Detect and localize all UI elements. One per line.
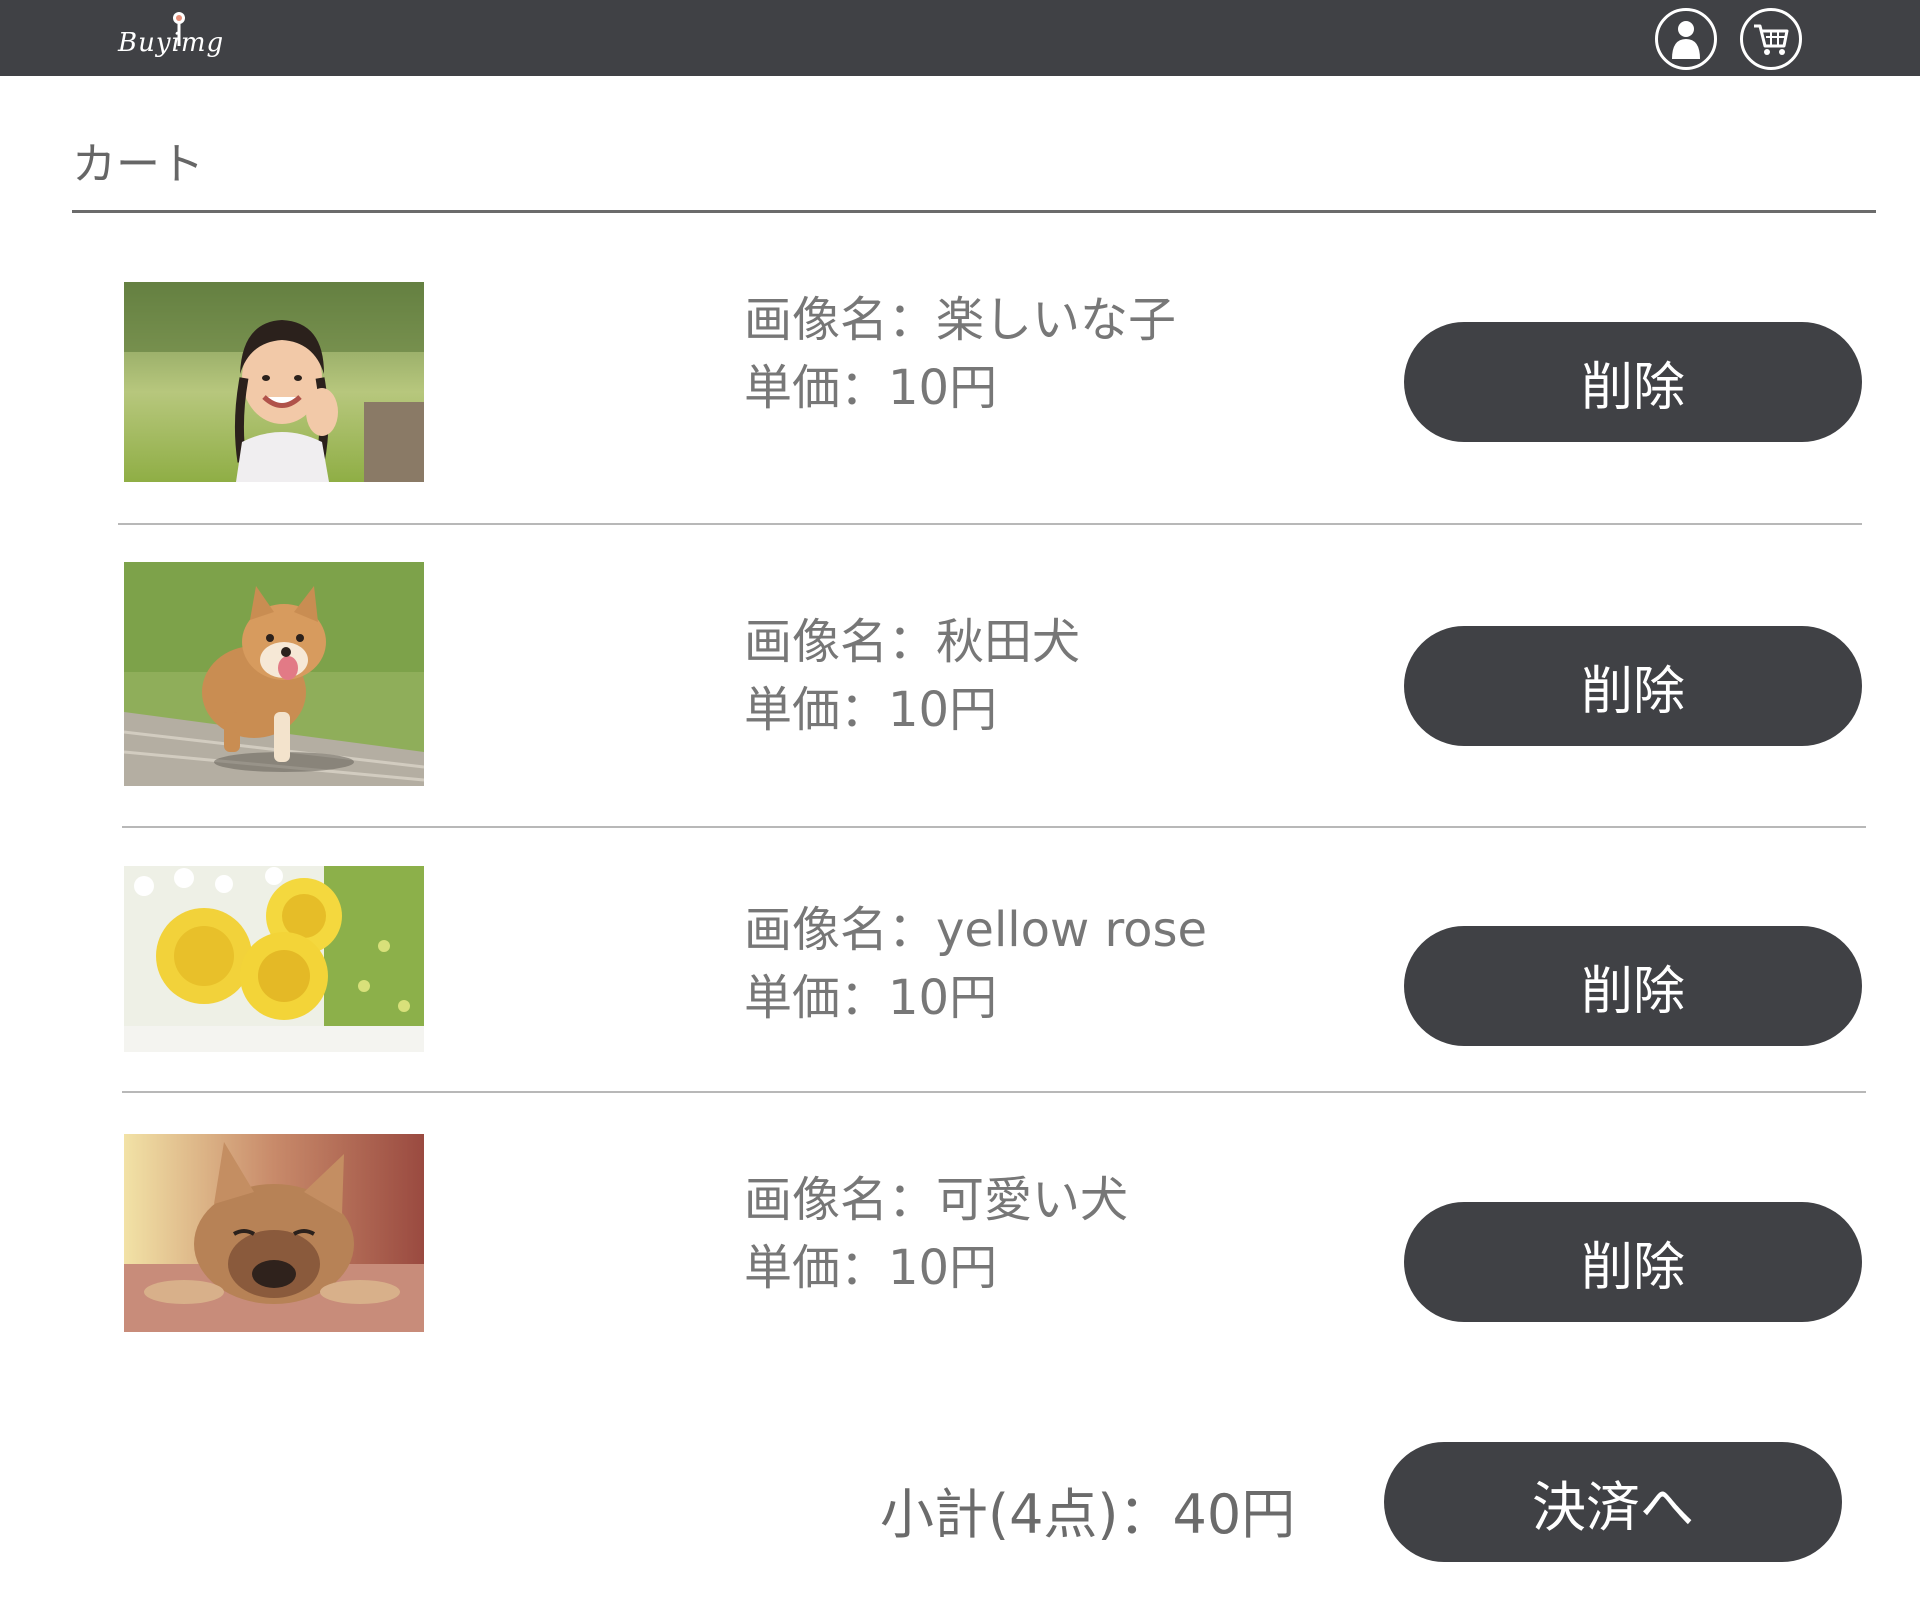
subtotal: 小計(4点)：40円 — [880, 1483, 1296, 1546]
item-price: 単価：10円 — [744, 360, 998, 416]
delete-button[interactable]: 削除 — [1404, 626, 1862, 746]
item-name: 画像名：秋田犬 — [744, 614, 1081, 670]
item-info: 画像名：楽しいな子 単価：10円 — [744, 286, 1176, 422]
item-name: 画像名：可愛い犬 — [744, 1172, 1129, 1228]
buyimg-logo[interactable]: Buyimg — [116, 6, 223, 68]
delete-button[interactable]: 削除 — [1404, 322, 1862, 442]
puppy-photo[interactable] — [124, 562, 424, 786]
title-divider — [72, 210, 1876, 213]
delete-button[interactable]: 削除 — [1404, 926, 1862, 1046]
girl-photo[interactable] — [124, 282, 424, 482]
checkout-button[interactable]: 決済へ — [1384, 1442, 1842, 1562]
item-info: 画像名：秋田犬 単価：10円 — [744, 608, 1080, 744]
item-divider — [122, 1091, 1866, 1093]
item-info: 画像名：可愛い犬 単価：10円 — [744, 1166, 1128, 1302]
yellow-rose-photo[interactable] — [124, 866, 424, 1052]
top-bar: Buyimg — [0, 0, 1920, 76]
bulldog-photo[interactable] — [124, 1134, 424, 1332]
user-icon[interactable] — [1655, 8, 1717, 70]
page-title: カート — [72, 139, 204, 190]
item-divider — [122, 826, 1866, 828]
item-price: 単価：10円 — [744, 682, 998, 738]
logo-text: Buyimg — [118, 28, 225, 58]
item-price: 単価：10円 — [744, 1240, 998, 1296]
item-divider — [118, 523, 1862, 525]
item-name: 画像名：yellow rose — [744, 902, 1208, 958]
delete-button[interactable]: 削除 — [1404, 1202, 1862, 1322]
item-price: 単価：10円 — [744, 970, 998, 1026]
item-name: 画像名：楽しいな子 — [744, 292, 1177, 348]
item-info: 画像名：yellow rose 単価：10円 — [744, 896, 1207, 1032]
cart-icon[interactable] — [1740, 8, 1802, 70]
